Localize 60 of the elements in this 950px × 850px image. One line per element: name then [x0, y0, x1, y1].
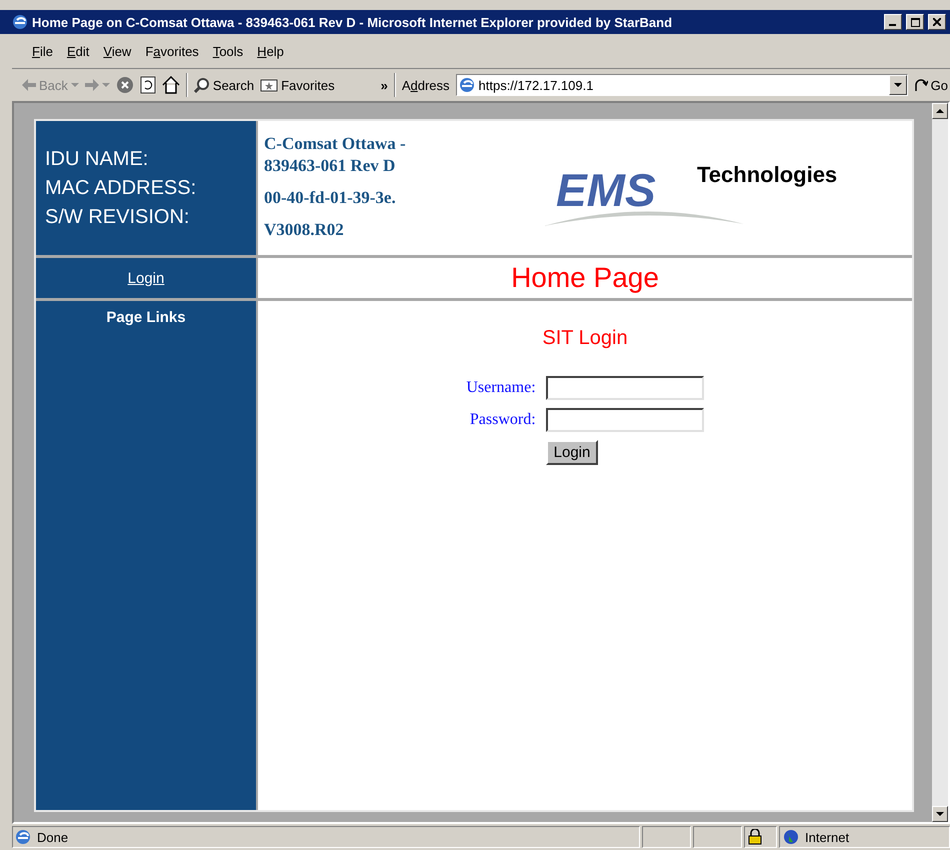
info-value: 00-40-fd-01-39-3e. [264, 187, 397, 210]
address-field[interactable]: https://172.17.109.1 [456, 74, 908, 96]
globe-page-icon [458, 77, 475, 93]
stop-icon[interactable] [116, 76, 134, 94]
scroll-up-button[interactable] [932, 103, 948, 119]
caret-up-icon [936, 108, 944, 114]
caret-icon [102, 82, 110, 88]
input-field[interactable] [546, 408, 704, 432]
menu-item[interactable]: View [97, 42, 138, 60]
caret-down-icon [936, 812, 944, 816]
menu-item[interactable]: Favorites [139, 42, 205, 60]
menu-item[interactable]: Help [251, 42, 290, 60]
home-icon[interactable] [162, 76, 180, 94]
close-button[interactable] [928, 14, 946, 30]
globe-page-icon [15, 829, 31, 845]
field-label: Password: [468, 411, 536, 429]
info-label: IDU NAME: [45, 148, 150, 170]
dropdown-button[interactable] [888, 75, 907, 95]
address-label: Address [402, 78, 450, 92]
back-arrow-icon [22, 79, 36, 91]
login-link[interactable]: Login [128, 270, 164, 286]
menu-item[interactable]: Edit [60, 42, 96, 60]
info-value: V3008.R02 [264, 219, 345, 242]
window-title: Home Page on C-Comsat Ottawa - 839463-061 Rev D - Microsoft Internet Explorer provided by StarBand [32, 14, 674, 30]
menu-item[interactable]: Tools [206, 42, 250, 60]
go-button[interactable]: Go [914, 78, 948, 92]
globe-page-icon [12, 14, 28, 30]
info-value: C-Comsat Ottawa - 839463-061 Rev D [264, 133, 407, 178]
star-folder-icon [260, 78, 278, 92]
scroll-bar[interactable] [932, 103, 948, 822]
info-label: MAC ADDRESS: [45, 176, 198, 200]
minimize-button[interactable] [884, 14, 902, 30]
zone-text: Internet [805, 830, 850, 844]
status-text: Done [37, 830, 68, 844]
logo: EMS Technologies [544, 148, 864, 228]
lock-icon [748, 829, 762, 845]
scroll-down-button[interactable] [932, 806, 948, 822]
globe-icon [783, 829, 799, 845]
sidebar-heading: Page Links [106, 309, 186, 327]
forward-arrow-icon [84, 79, 99, 91]
status-pane [642, 826, 691, 848]
search-icon [194, 77, 210, 93]
info-label: S/W REVISION: [45, 206, 190, 228]
more-button[interactable]: » [380, 78, 388, 92]
input-field[interactable] [546, 376, 704, 400]
caret-icon [894, 82, 902, 88]
status-pane [693, 826, 742, 848]
close-icon [933, 18, 941, 26]
page-title: Home Page [511, 262, 659, 294]
menu-item[interactable]: File [26, 42, 59, 60]
search-button[interactable]: Search [194, 77, 254, 93]
field-label: Username: [466, 379, 536, 397]
refresh-icon[interactable] [140, 76, 156, 94]
form-heading: SIT Login [542, 327, 628, 350]
maximize-button[interactable] [906, 14, 924, 30]
curved-arrow-icon [914, 78, 928, 92]
caret-icon [70, 82, 79, 88]
login-button[interactable]: Login [546, 440, 598, 465]
maximize-icon [910, 18, 920, 26]
favorites-button[interactable]: Favorites [260, 78, 335, 92]
